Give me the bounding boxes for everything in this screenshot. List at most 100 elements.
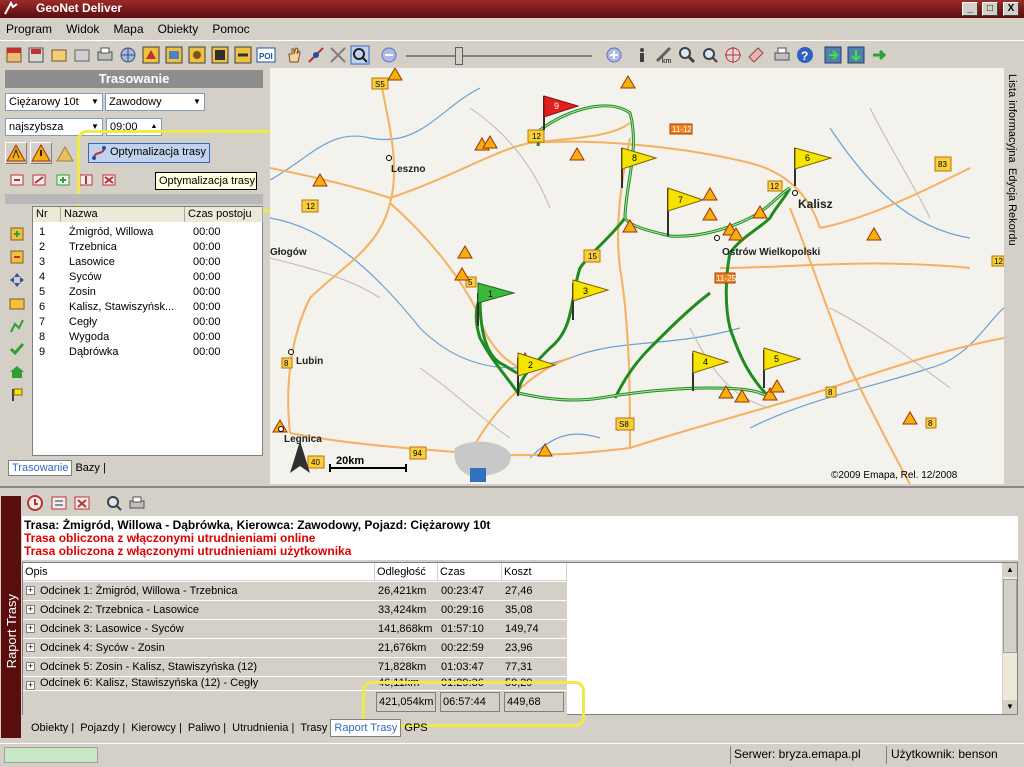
- flag-2-label[interactable]: 2: [528, 360, 533, 370]
- tab-routing[interactable]: Trasowanie: [8, 460, 73, 476]
- save-icon[interactable]: [26, 45, 46, 65]
- flag-6-label[interactable]: 6: [805, 153, 810, 163]
- column-nr[interactable]: Nr: [33, 207, 61, 222]
- menu-program[interactable]: Program: [0, 18, 57, 36]
- list-item[interactable]: 6 Kalisz, Stawiszyńsk... 00:00: [33, 300, 263, 315]
- zoom-out-icon[interactable]: [379, 45, 399, 65]
- vehicle-select[interactable]: Ciężarowy 10t ▼: [5, 93, 103, 111]
- expand-icon[interactable]: +: [26, 681, 35, 690]
- pan-hand-icon[interactable]: [284, 45, 304, 65]
- close-button[interactable]: X: [1003, 2, 1019, 16]
- expand-icon[interactable]: +: [26, 643, 35, 652]
- table-row[interactable]: + Odcinek 4: Syców - Zosin 21,676km 00:22:5…: [23, 639, 567, 658]
- add-waypoint-icon[interactable]: [9, 226, 25, 242]
- expand-icon[interactable]: +: [26, 624, 35, 633]
- layer-5-icon[interactable]: [233, 45, 253, 65]
- info-icon[interactable]: [632, 45, 652, 65]
- export-3-icon[interactable]: [869, 45, 889, 65]
- tab-obstructions[interactable]: Utrudnienia |: [229, 720, 297, 736]
- layer-3-icon[interactable]: [187, 45, 207, 65]
- flag-8-label[interactable]: 8: [632, 153, 637, 163]
- tab-info-list[interactable]: Lista informacyjna: [1006, 74, 1018, 163]
- print-icon[interactable]: [95, 45, 115, 65]
- tab-objects[interactable]: Obiekty |: [28, 720, 77, 736]
- search-icon[interactable]: [677, 45, 697, 65]
- list-item[interactable]: 8 Wygoda 00:00: [33, 330, 263, 345]
- column-cost[interactable]: Koszt: [502, 563, 567, 581]
- checkmark-icon[interactable]: [9, 341, 25, 357]
- menu-widok[interactable]: Widok: [60, 18, 104, 36]
- flag-7-label[interactable]: 7: [678, 195, 683, 205]
- minimize-button[interactable]: _: [962, 2, 978, 16]
- column-name[interactable]: Nazwa: [61, 207, 185, 222]
- report-scrollbar[interactable]: ▲ ▼: [1002, 563, 1017, 714]
- list-item[interactable]: 7 Cegły 00:00: [33, 315, 263, 330]
- table-row[interactable]: + Odcinek 3: Lasowice - Syców 141,868km 01:…: [23, 620, 567, 639]
- tab-edit-record[interactable]: Edycja Rekordu: [1006, 168, 1018, 246]
- list-item[interactable]: 1 Żmigród, Willowa 00:00: [33, 225, 263, 240]
- zoom-in-icon[interactable]: [604, 45, 624, 65]
- list-item[interactable]: 9 Dąbrówka 00:00: [33, 345, 263, 360]
- expand-icon[interactable]: +: [26, 662, 35, 671]
- zoom-area-icon[interactable]: [350, 45, 370, 65]
- globe-icon[interactable]: [118, 45, 138, 65]
- traffic-user-button[interactable]: [30, 142, 52, 164]
- route-tool-icon[interactable]: [306, 45, 326, 65]
- home-icon[interactable]: [9, 364, 25, 380]
- route-segment-icon[interactable]: [9, 318, 25, 334]
- table-row[interactable]: + Odcinek 2: Trzebnica - Lasowice 33,424km…: [23, 601, 567, 620]
- expand-icon[interactable]: +: [26, 605, 35, 614]
- tab-route-report[interactable]: Raport Trasy: [330, 719, 402, 737]
- column-time[interactable]: Czas: [438, 563, 502, 581]
- folder-icon[interactable]: [9, 295, 25, 311]
- tab-bases[interactable]: Bazy |: [72, 461, 108, 475]
- export-2-icon[interactable]: [846, 45, 866, 65]
- zoom-slider-thumb[interactable]: [455, 47, 463, 65]
- add-point-icon[interactable]: [8, 170, 26, 188]
- flag-3-label[interactable]: 3: [583, 286, 588, 296]
- tab-vehicles[interactable]: Pojazdy |: [77, 720, 128, 736]
- report-print-icon[interactable]: [128, 494, 146, 512]
- column-distance[interactable]: Odległość: [375, 563, 438, 581]
- table-row[interactable]: + Odcinek 1: Żmigród, Willowa - Trzebnica…: [23, 582, 567, 601]
- poi-icon[interactable]: POI: [256, 45, 276, 65]
- scroll-down-icon[interactable]: ▼: [1003, 700, 1017, 714]
- list-item[interactable]: 4 Syców 00:00: [33, 270, 263, 285]
- tab-fuel[interactable]: Paliwo |: [185, 720, 229, 736]
- open-icon[interactable]: [49, 45, 69, 65]
- menu-obiekty[interactable]: Obiekty: [152, 18, 204, 36]
- edit-point-icon[interactable]: [30, 170, 48, 188]
- remove-waypoint-icon[interactable]: [9, 249, 25, 265]
- tab-routes[interactable]: Trasy: [297, 720, 330, 736]
- map-canvas[interactable]: S5 12 11-12 83 12 12 5 15 11-25 S8 8 40 …: [270, 68, 1004, 484]
- printer-icon[interactable]: [772, 45, 792, 65]
- move-arrows-icon[interactable]: [9, 272, 25, 288]
- tab-drivers[interactable]: Kierowcy |: [128, 720, 185, 736]
- new-icon[interactable]: [4, 45, 24, 65]
- maximize-button[interactable]: □: [982, 2, 998, 16]
- zoom-fit-icon[interactable]: [700, 45, 720, 65]
- table-row[interactable]: + Odcinek 5: Zosin - Kalisz, Stawiszyńska…: [23, 658, 567, 677]
- expand-icon[interactable]: +: [26, 586, 35, 595]
- scroll-up-icon[interactable]: ▲: [1003, 563, 1017, 577]
- layer-4-icon[interactable]: [210, 45, 230, 65]
- list-item[interactable]: 2 Trzebnica 00:00: [33, 240, 263, 255]
- layer-1-icon[interactable]: [141, 45, 161, 65]
- export-1-icon[interactable]: [823, 45, 843, 65]
- report-clear-icon[interactable]: [73, 494, 91, 512]
- layer-2-icon[interactable]: [164, 45, 184, 65]
- menu-mapa[interactable]: Mapa: [107, 18, 148, 36]
- report-calc-icon[interactable]: [26, 494, 44, 512]
- eraser-icon[interactable]: [746, 45, 766, 65]
- tab-gps[interactable]: GPS: [401, 720, 430, 736]
- list-item[interactable]: 3 Lasowice 00:00: [33, 255, 263, 270]
- flag-9-label[interactable]: 9: [554, 101, 559, 111]
- help-icon[interactable]: ?: [795, 45, 815, 65]
- menu-pomoc[interactable]: Pomoc: [206, 18, 254, 36]
- column-stop-time[interactable]: Czas postoju: [185, 207, 263, 222]
- flag-list-icon[interactable]: [9, 387, 25, 403]
- import-icon[interactable]: [72, 45, 92, 65]
- flag-5-label[interactable]: 5: [774, 354, 779, 364]
- scroll-thumb[interactable]: [1003, 579, 1017, 653]
- report-options-icon[interactable]: [50, 494, 68, 512]
